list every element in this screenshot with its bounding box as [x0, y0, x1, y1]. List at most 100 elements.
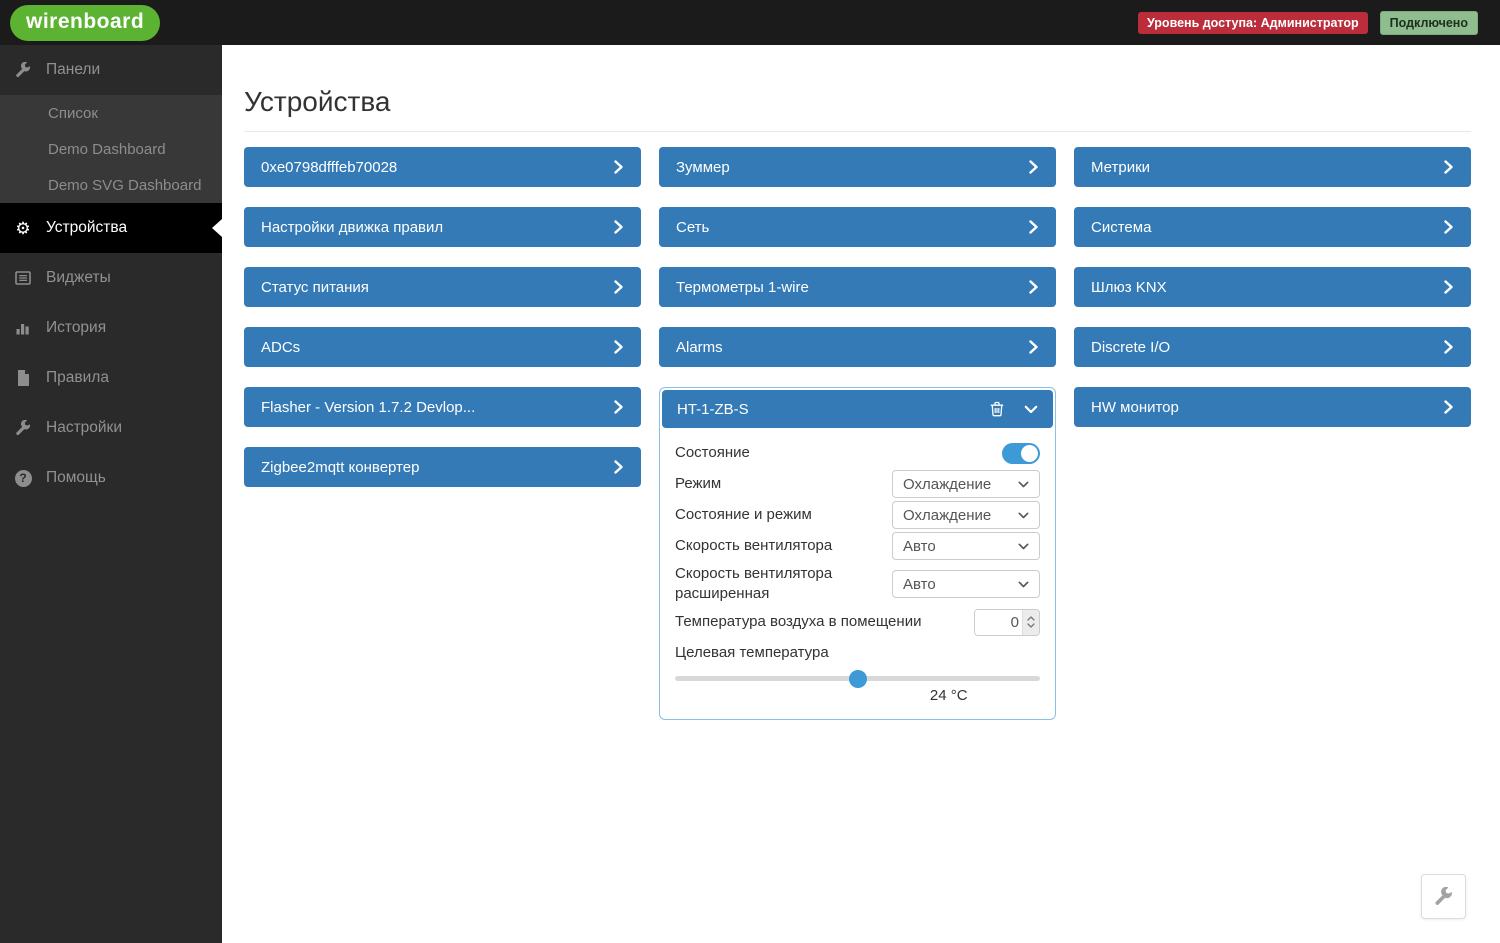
device-card[interactable]: ADCs: [244, 327, 641, 367]
sidebar-item-label: Настройки: [46, 419, 122, 437]
control-row-state: Состояние: [675, 438, 1040, 468]
wrench-icon: [13, 420, 33, 436]
wirenboard-logo[interactable]: wirenboard: [10, 5, 160, 41]
device-card[interactable]: Статус питания: [244, 267, 641, 307]
chevron-right-icon: [613, 340, 624, 354]
sidebar-item-list[interactable]: Список: [0, 95, 222, 131]
wrench-icon: [1434, 887, 1453, 906]
fan-speed-ext-select[interactable]: Авто: [892, 570, 1040, 598]
fan-speed-ext-label: Скорость вентилятора расширенная: [675, 564, 885, 605]
chevron-right-icon: [1443, 340, 1454, 354]
mode-label: Режим: [675, 474, 721, 494]
control-row-fan-speed: Скорость вентилятора Авто: [675, 531, 1040, 561]
device-card[interactable]: Alarms: [659, 327, 1056, 367]
question-circle-icon: ?: [13, 470, 33, 487]
device-card[interactable]: Сеть: [659, 207, 1056, 247]
chevron-right-icon: [1028, 340, 1039, 354]
sidebar-item-widgets[interactable]: Виджеты: [0, 253, 222, 303]
chevron-right-icon: [613, 220, 624, 234]
device-card[interactable]: HW монитор: [1074, 387, 1471, 427]
settings-fab[interactable]: [1421, 874, 1466, 919]
control-row-fan-speed-ext: Скорость вентилятора расширенная Авто: [675, 562, 1040, 606]
chevron-right-icon: [1028, 280, 1039, 294]
device-card[interactable]: Зуммер: [659, 147, 1056, 187]
chevron-right-icon: [1028, 160, 1039, 174]
control-row-room-temp: Температура воздуха в помещении: [675, 607, 1040, 637]
access-level-badge: Уровень доступа: Администратор: [1138, 12, 1368, 34]
sidebar-item-rules[interactable]: Правила: [0, 353, 222, 403]
gear-icon: ⚙: [13, 220, 33, 237]
sidebar-item-label: Устройства: [46, 219, 127, 237]
chevron-down-icon: [1018, 543, 1029, 550]
fan-speed-select[interactable]: Авто: [892, 532, 1040, 560]
expanded-device-panel: HT-1-ZB-S Состояние Режим Охлаждени: [659, 387, 1056, 720]
connection-status-badge: Подключено: [1380, 11, 1478, 35]
device-card[interactable]: Flasher - Version 1.7.2 Devlop...: [244, 387, 641, 427]
device-column-right: Метрики Система Шлюз KNX Discrete I/O HW…: [1074, 147, 1471, 427]
sidebar-item-label: Панели: [46, 61, 100, 79]
state-mode-select[interactable]: Охлаждение: [892, 501, 1040, 529]
sidebar-item-label: История: [46, 319, 106, 337]
title-divider: [244, 131, 1471, 132]
panels-submenu: Список Demo Dashboard Demo SVG Dashboard: [0, 95, 222, 203]
list-icon: [13, 270, 33, 286]
device-card[interactable]: Discrete I/O: [1074, 327, 1471, 367]
sidebar: Панели Список Demo Dashboard Demo SVG Da…: [0, 45, 222, 943]
state-toggle[interactable]: [1002, 443, 1040, 464]
chevron-right-icon: [1443, 280, 1454, 294]
top-bar: wirenboard Уровень доступа: Администрато…: [0, 0, 1500, 45]
expanded-device-header[interactable]: HT-1-ZB-S: [662, 390, 1053, 428]
room-temp-input-wrap: [974, 609, 1040, 636]
device-card[interactable]: Настройки движка правил: [244, 207, 641, 247]
spinner-down-icon: [1027, 623, 1035, 628]
chevron-down-icon: [1018, 581, 1029, 588]
device-grid: 0xe0798dfffeb70028 Настройки движка прав…: [244, 147, 1500, 720]
device-card[interactable]: Система: [1074, 207, 1471, 247]
device-card[interactable]: Метрики: [1074, 147, 1471, 187]
target-temp-slider[interactable]: [675, 676, 1040, 681]
room-temp-input[interactable]: [975, 610, 1022, 635]
chevron-right-icon: [1443, 400, 1454, 414]
slider-thumb[interactable]: [849, 670, 867, 688]
device-card[interactable]: Zigbee2mqtt конвертер: [244, 447, 641, 487]
sidebar-item-demo-svg-dashboard[interactable]: Demo SVG Dashboard: [0, 167, 222, 203]
state-label: Состояние: [675, 443, 750, 463]
control-row-target-temp: Целевая температура 24 °C: [675, 643, 1040, 704]
file-icon: [13, 370, 33, 386]
device-card[interactable]: Термометры 1-wire: [659, 267, 1056, 307]
sidebar-item-history[interactable]: История: [0, 303, 222, 353]
page-title: Устройства: [244, 86, 1500, 118]
sidebar-item-devices[interactable]: ⚙ Устройства: [0, 203, 222, 253]
sidebar-item-help[interactable]: ? Помощь: [0, 453, 222, 503]
chevron-right-icon: [1028, 220, 1039, 234]
active-item-notch: [212, 219, 222, 237]
device-column-middle: Зуммер Сеть Термометры 1-wire Alarms HT-…: [659, 147, 1056, 720]
chevron-right-icon: [1443, 220, 1454, 234]
device-card[interactable]: 0xe0798dfffeb70028: [244, 147, 641, 187]
sidebar-item-label: Виджеты: [46, 269, 111, 287]
trash-icon[interactable]: [990, 401, 1004, 417]
chevron-right-icon: [613, 160, 624, 174]
device-card[interactable]: Шлюз KNX: [1074, 267, 1471, 307]
room-temp-label: Температура воздуха в помещении: [675, 612, 921, 632]
mode-select[interactable]: Охлаждение: [892, 470, 1040, 498]
chevron-right-icon: [613, 460, 624, 474]
number-spinner[interactable]: [1022, 610, 1039, 635]
chevron-down-icon: [1018, 512, 1029, 519]
chevron-right-icon: [1443, 160, 1454, 174]
sidebar-item-settings[interactable]: Настройки: [0, 403, 222, 453]
bar-chart-icon: [13, 320, 33, 336]
target-temp-label: Целевая температура: [675, 644, 829, 661]
fan-speed-label: Скорость вентилятора: [675, 536, 832, 556]
target-temp-value: 24 °C: [858, 687, 1041, 704]
chevron-down-icon[interactable]: [1024, 405, 1038, 414]
expanded-device-body: Состояние Режим Охлаждение Состояние и р…: [662, 428, 1053, 717]
chevron-down-icon: [1018, 481, 1029, 488]
sidebar-item-panels[interactable]: Панели: [0, 45, 222, 95]
sidebar-item-label: Помощь: [46, 469, 106, 487]
control-row-state-mode: Состояние и режим Охлаждение: [675, 500, 1040, 530]
sidebar-item-demo-dashboard[interactable]: Demo Dashboard: [0, 131, 222, 167]
main-content: Устройства 0xe0798dfffeb70028 Настройки …: [222, 0, 1500, 720]
device-name: HT-1-ZB-S: [677, 401, 749, 418]
state-mode-label: Состояние и режим: [675, 505, 812, 525]
